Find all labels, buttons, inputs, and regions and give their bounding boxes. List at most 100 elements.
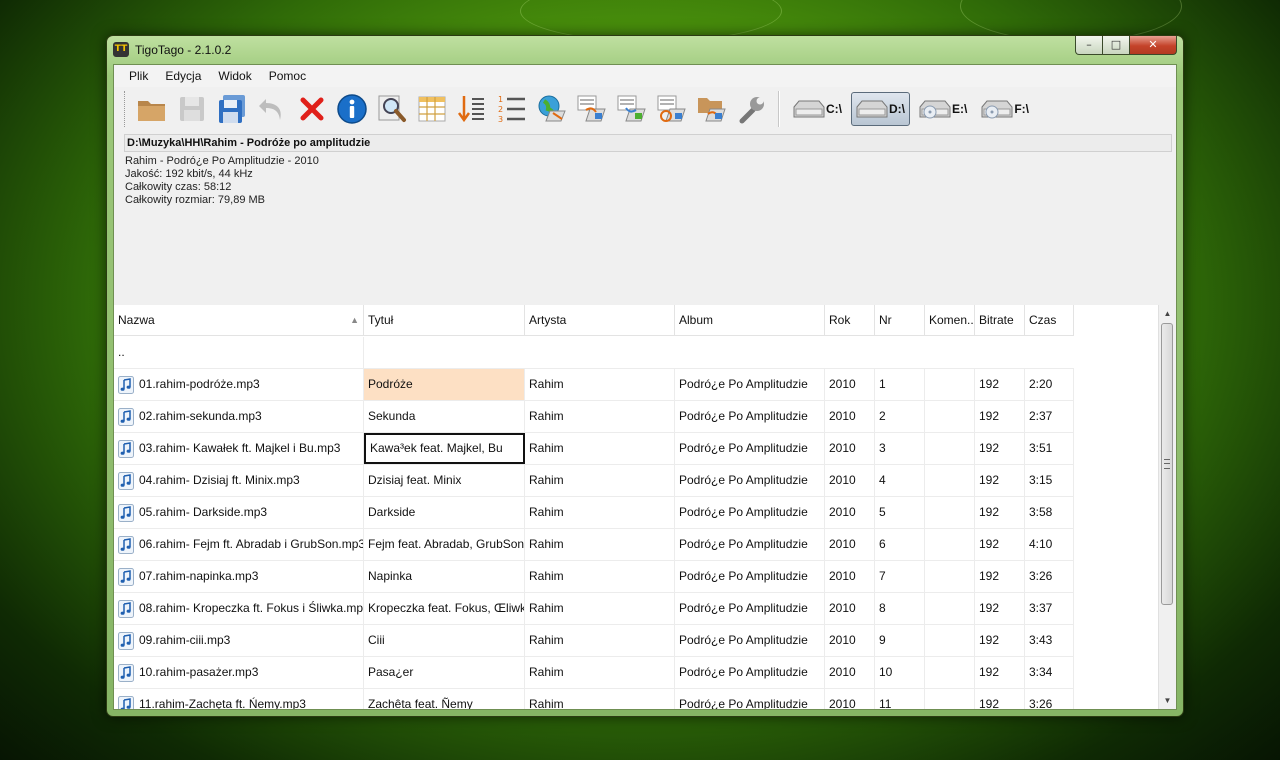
comment-cell[interactable] xyxy=(925,401,975,432)
title-cell[interactable]: Fejm feat. Abradab, GrubSon xyxy=(364,529,525,560)
album-cell[interactable]: Podró¿e Po Amplitudzie xyxy=(675,625,825,656)
file-name-cell[interactable]: 03.rahim- Kawałek ft. Majkel i Bu.mp3 xyxy=(114,433,364,464)
search-button[interactable] xyxy=(374,91,410,127)
table-row[interactable]: 02.rahim-sekunda.mp3 Sekunda Rahim Podró¿e … xyxy=(114,401,1074,433)
duration-cell[interactable]: 4:10 xyxy=(1025,529,1074,560)
year-cell[interactable]: 2010 xyxy=(825,369,875,400)
drive-f-button[interactable]: F:\ xyxy=(976,92,1034,126)
drive-c-button[interactable]: C:\ xyxy=(788,92,847,126)
artist-cell[interactable]: Rahim xyxy=(525,689,675,709)
menu-plik[interactable]: Plik xyxy=(122,65,155,87)
comment-cell[interactable] xyxy=(925,465,975,496)
duration-cell[interactable]: 3:37 xyxy=(1025,593,1074,624)
column-header-album[interactable]: Album xyxy=(675,305,825,336)
column-header-czas[interactable]: Czas xyxy=(1025,305,1074,336)
file-name-cell[interactable]: 08.rahim- Kropeczka ft. Fokus i Śliwka.m… xyxy=(114,593,364,624)
close-button[interactable]: ✕ xyxy=(1130,36,1177,55)
title-cell[interactable]: Napinka xyxy=(364,561,525,592)
track-number-cell[interactable]: 5 xyxy=(875,497,925,528)
parent-folder-row[interactable]: .. xyxy=(114,337,1074,369)
artist-cell[interactable]: Rahim xyxy=(525,529,675,560)
table-row[interactable]: 07.rahim-napinka.mp3 Napinka Rahim Podró¿e … xyxy=(114,561,1074,593)
drive-d-button[interactable]: D:\ xyxy=(851,92,910,126)
track-number-cell[interactable]: 7 xyxy=(875,561,925,592)
scroll-up-icon[interactable]: ▲ xyxy=(1159,305,1176,322)
album-cell[interactable]: Podró¿e Po Amplitudzie xyxy=(675,593,825,624)
table-row[interactable]: 08.rahim- Kropeczka ft. Fokus i Śliwka.m… xyxy=(114,593,1074,625)
artist-cell[interactable]: Rahim xyxy=(525,657,675,688)
duration-cell[interactable]: 2:37 xyxy=(1025,401,1074,432)
comment-cell[interactable] xyxy=(925,529,975,560)
album-cell[interactable]: Podró¿e Po Amplitudzie xyxy=(675,657,825,688)
title-cell[interactable]: Pasa¿er xyxy=(364,657,525,688)
title-bar[interactable]: TT TigoTago - 2.1.0.2 – □ ✕ xyxy=(107,36,1183,64)
duration-cell[interactable]: 3:51 xyxy=(1025,433,1074,464)
columns-button[interactable] xyxy=(414,91,450,127)
scroll-thumb[interactable] xyxy=(1161,323,1173,605)
bitrate-cell[interactable]: 192 xyxy=(975,433,1025,464)
duration-cell[interactable]: 3:15 xyxy=(1025,465,1074,496)
bitrate-cell[interactable]: 192 xyxy=(975,465,1025,496)
artist-cell[interactable]: Rahim xyxy=(525,561,675,592)
duration-cell[interactable]: 2:20 xyxy=(1025,369,1074,400)
table-row[interactable]: 01.rahim-podróże.mp3 Podróże Rahim Podró¿e … xyxy=(114,369,1074,401)
vertical-scrollbar[interactable]: ▲ ▼ xyxy=(1158,305,1176,709)
album-cell[interactable]: Podró¿e Po Amplitudzie xyxy=(675,561,825,592)
comment-cell[interactable] xyxy=(925,689,975,709)
save-button[interactable] xyxy=(174,91,210,127)
comment-cell[interactable] xyxy=(925,497,975,528)
track-number-cell[interactable]: 3 xyxy=(875,433,925,464)
track-number-cell[interactable]: 10 xyxy=(875,657,925,688)
file-name-cell[interactable]: 06.rahim- Fejm ft. Abradab i GrubSon.mp3 xyxy=(114,529,364,560)
sort-button[interactable] xyxy=(454,91,490,127)
duration-cell[interactable]: 3:26 xyxy=(1025,561,1074,592)
artist-cell[interactable]: Rahim xyxy=(525,625,675,656)
bitrate-cell[interactable]: 192 xyxy=(975,401,1025,432)
comment-cell[interactable] xyxy=(925,433,975,464)
tags-to-tags-button[interactable] xyxy=(654,91,690,127)
album-cell[interactable]: Podró¿e Po Amplitudzie xyxy=(675,497,825,528)
column-header-bitrate[interactable]: Bitrate xyxy=(975,305,1025,336)
artist-cell[interactable]: Rahim xyxy=(525,497,675,528)
delete-button[interactable] xyxy=(294,91,330,127)
web-tags-button[interactable] xyxy=(534,91,570,127)
file-name-cell[interactable]: 05.rahim- Darkside.mp3 xyxy=(114,497,364,528)
bitrate-cell[interactable]: 192 xyxy=(975,497,1025,528)
settings-button[interactable] xyxy=(734,91,770,127)
year-cell[interactable]: 2010 xyxy=(825,465,875,496)
duration-cell[interactable]: 3:58 xyxy=(1025,497,1074,528)
table-row[interactable]: 03.rahim- Kawałek ft. Majkel i Bu.mp3 Kaw… xyxy=(114,433,1074,465)
table-row[interactable]: 11.rahim-Zachęta ft. Ńemy.mp3 Zachêta fea… xyxy=(114,689,1074,709)
title-cell[interactable]: Ciii xyxy=(364,625,525,656)
drive-e-button[interactable]: E:\ xyxy=(914,92,972,126)
year-cell[interactable]: 2010 xyxy=(825,433,875,464)
table-row[interactable]: 05.rahim- Darkside.mp3 Darkside Rahim Podró… xyxy=(114,497,1074,529)
column-header-tytul[interactable]: Tytuł xyxy=(364,305,525,336)
duration-cell[interactable]: 3:43 xyxy=(1025,625,1074,656)
menu-edycja[interactable]: Edycja xyxy=(158,65,208,87)
album-cell[interactable]: Podró¿e Po Amplitudzie xyxy=(675,433,825,464)
comment-cell[interactable] xyxy=(925,369,975,400)
comment-cell[interactable] xyxy=(925,561,975,592)
album-cell[interactable]: Podró¿e Po Amplitudzie xyxy=(675,465,825,496)
info-button[interactable] xyxy=(334,91,370,127)
rename-from-tags-button[interactable] xyxy=(614,91,650,127)
bitrate-cell[interactable]: 192 xyxy=(975,593,1025,624)
file-name-cell[interactable]: 04.rahim- Dzisiaj ft. Minix.mp3 xyxy=(114,465,364,496)
artist-cell[interactable]: Rahim xyxy=(525,369,675,400)
table-row[interactable]: 04.rahim- Dzisiaj ft. Minix.mp3 Dzisiaj f… xyxy=(114,465,1074,497)
year-cell[interactable]: 2010 xyxy=(825,401,875,432)
comment-cell[interactable] xyxy=(925,657,975,688)
album-cell[interactable]: Podró¿e Po Amplitudzie xyxy=(675,401,825,432)
bitrate-cell[interactable]: 192 xyxy=(975,625,1025,656)
year-cell[interactable]: 2010 xyxy=(825,529,875,560)
title-cell[interactable]: Sekunda xyxy=(364,401,525,432)
track-number-cell[interactable]: 2 xyxy=(875,401,925,432)
bitrate-cell[interactable]: 192 xyxy=(975,561,1025,592)
title-cell[interactable]: Podróże xyxy=(364,369,525,400)
year-cell[interactable]: 2010 xyxy=(825,497,875,528)
track-number-cell[interactable]: 8 xyxy=(875,593,925,624)
column-header-artysta[interactable]: Artysta xyxy=(525,305,675,336)
scroll-down-icon[interactable]: ▼ xyxy=(1159,692,1176,709)
numbering-button[interactable]: 123 xyxy=(494,91,530,127)
